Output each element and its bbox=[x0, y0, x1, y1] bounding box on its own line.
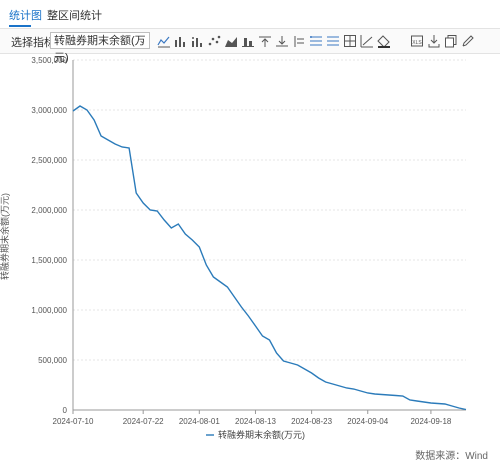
y-tick-label: 0 bbox=[63, 406, 68, 415]
series-line bbox=[72, 105, 467, 411]
x-tick-label: 2024-09-04 bbox=[347, 417, 388, 426]
legend-label: 转融券期末余额(万元) bbox=[218, 429, 305, 440]
fullscreen-icon[interactable] bbox=[461, 34, 475, 48]
y-tick-label: 3,500,000 bbox=[31, 56, 67, 65]
tab-interval-statistics[interactable]: 整区间统计 bbox=[47, 7, 102, 23]
x-tick-label: 2024-08-01 bbox=[179, 417, 220, 426]
y-tick-label: 500,000 bbox=[38, 356, 67, 365]
chevron-down-icon: ⌄ bbox=[138, 35, 146, 45]
y-tick-label: 1,500,000 bbox=[31, 256, 67, 265]
avg-line-icon[interactable] bbox=[292, 34, 306, 48]
area-chart-icon[interactable] bbox=[224, 34, 238, 48]
y-tick-label: 2,000,000 bbox=[31, 206, 67, 215]
indicator-select[interactable]: 转融券期末余额(万元) ⌄ bbox=[50, 32, 150, 64]
gridlines-icon[interactable] bbox=[309, 34, 323, 48]
dot-bar-icon[interactable] bbox=[190, 34, 204, 48]
y-tick-label: 2,500,000 bbox=[31, 156, 67, 165]
scatter-icon[interactable] bbox=[207, 34, 221, 48]
indicator-label: 选择指标 bbox=[11, 37, 55, 49]
copy-icon[interactable] bbox=[427, 34, 441, 48]
x-tick-label: 2024-09-18 bbox=[410, 417, 451, 426]
x-tick-label: 2024-07-10 bbox=[53, 417, 94, 426]
x-tick-label: 2024-07-22 bbox=[123, 417, 164, 426]
x-tick-label: 2024-08-23 bbox=[291, 417, 332, 426]
line-chart-icon[interactable] bbox=[157, 34, 171, 48]
svg-text:XLS: XLS bbox=[412, 40, 422, 46]
column-chart-icon[interactable] bbox=[241, 34, 255, 48]
trend-icon[interactable] bbox=[343, 34, 357, 48]
fill-color-icon[interactable] bbox=[360, 34, 374, 48]
min-marker-icon[interactable] bbox=[275, 34, 289, 48]
x-tick-label: 2024-08-13 bbox=[235, 417, 276, 426]
chart-toolbar: 选择指标 转融券期末余额(万元) ⌄ XLS bbox=[0, 29, 500, 64]
y-tick-label: 3,000,000 bbox=[31, 106, 67, 115]
image-export-icon[interactable] bbox=[377, 34, 391, 48]
bar-chart-icon[interactable] bbox=[173, 34, 187, 48]
tab-statistics-chart[interactable]: 统计图 bbox=[9, 7, 42, 23]
tab-bar: 统计图 整区间统计 bbox=[0, 0, 500, 29]
y-tick-label: 1,000,000 bbox=[31, 306, 67, 315]
edit-icon[interactable] bbox=[444, 34, 458, 48]
data-source: 数据来源：Wind bbox=[415, 451, 488, 462]
active-tab-indicator bbox=[9, 25, 31, 27]
download-icon[interactable]: XLS bbox=[410, 34, 424, 48]
line-chart: 0 500,000 1,000,000 1,500,000 2,000,000 2,500… bbox=[31, 56, 467, 440]
max-marker-icon[interactable] bbox=[258, 34, 272, 48]
table-icon[interactable] bbox=[326, 34, 340, 48]
